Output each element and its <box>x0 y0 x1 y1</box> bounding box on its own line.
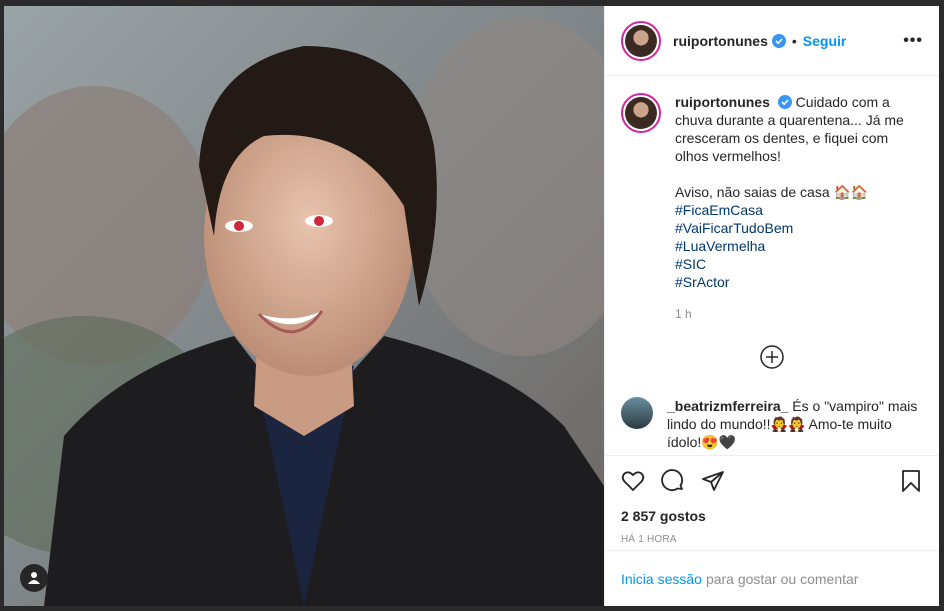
post-header: ruiportonunes • Seguir ••• <box>605 6 939 76</box>
save-bookmark-icon[interactable] <box>899 469 923 493</box>
caption-timestamp[interactable]: 1 h <box>675 305 923 323</box>
caption: ruiportonunes Cuidado com a chuva durant… <box>621 93 923 323</box>
comment-text-block: _beatrizmferreira_ És o "vampiro" mais l… <box>667 397 923 451</box>
author-avatar[interactable] <box>621 20 661 61</box>
like-heart-icon[interactable] <box>621 469 645 493</box>
post-side-panel: ruiportonunes • Seguir ••• ruiportonunes <box>604 6 939 606</box>
follow-button[interactable]: Seguir <box>803 33 847 49</box>
post-timestamp[interactable]: HÁ 1 HORA <box>621 534 923 545</box>
post-photo[interactable] <box>4 6 604 606</box>
caption-warning: Aviso, não saias de casa 🏠🏠 <box>675 184 869 200</box>
more-options-button[interactable]: ••• <box>903 32 923 50</box>
instagram-post-window: ruiportonunes • Seguir ••• ruiportonunes <box>0 0 944 611</box>
action-icons <box>621 468 923 494</box>
post-image <box>4 6 604 606</box>
hashtag-link[interactable]: #SrActor <box>675 273 923 291</box>
caption-avatar[interactable] <box>621 93 661 133</box>
comment-item: _beatrizmferreira_ És o "vampiro" mais l… <box>621 397 923 451</box>
login-prompt: Inicia sessão para gostar ou comentar <box>605 550 939 606</box>
hashtag-list: #FicaEmCasa #VaiFicarTudoBem #LuaVermelh… <box>675 201 923 291</box>
login-prompt-text: para gostar ou comentar <box>705 570 859 587</box>
hashtag-link[interactable]: #VaiFicarTudoBem <box>675 219 923 237</box>
load-more-comments-button[interactable] <box>621 345 923 369</box>
caption-text-block: ruiportonunes Cuidado com a chuva durant… <box>675 93 923 323</box>
separator-dot: • <box>791 32 797 49</box>
commenter-avatar[interactable] <box>621 397 653 429</box>
comment-bubble-icon[interactable] <box>661 469 685 493</box>
share-direct-icon[interactable] <box>701 469 725 493</box>
hashtag-link[interactable]: #SIC <box>675 255 923 273</box>
plus-circle-icon <box>760 345 784 369</box>
author-username[interactable]: ruiportonunes <box>673 33 768 49</box>
commenter-username[interactable]: _beatrizmferreira_ <box>667 398 788 414</box>
login-link[interactable]: Inicia sessão <box>621 571 702 587</box>
likes-count[interactable]: 2 857 gostos <box>621 508 923 524</box>
caption-username[interactable]: ruiportonunes <box>675 94 770 110</box>
verified-badge-icon <box>771 33 786 48</box>
verified-badge-icon <box>777 95 792 109</box>
post-actions: 2 857 gostos HÁ 1 HORA <box>605 455 939 545</box>
comments-section[interactable]: ruiportonunes Cuidado com a chuva durant… <box>605 77 939 455</box>
user-icon <box>28 572 40 584</box>
hashtag-link[interactable]: #FicaEmCasa <box>675 201 923 219</box>
hashtag-link[interactable]: #LuaVermelha <box>675 237 923 255</box>
tagged-user-button[interactable] <box>20 564 48 592</box>
